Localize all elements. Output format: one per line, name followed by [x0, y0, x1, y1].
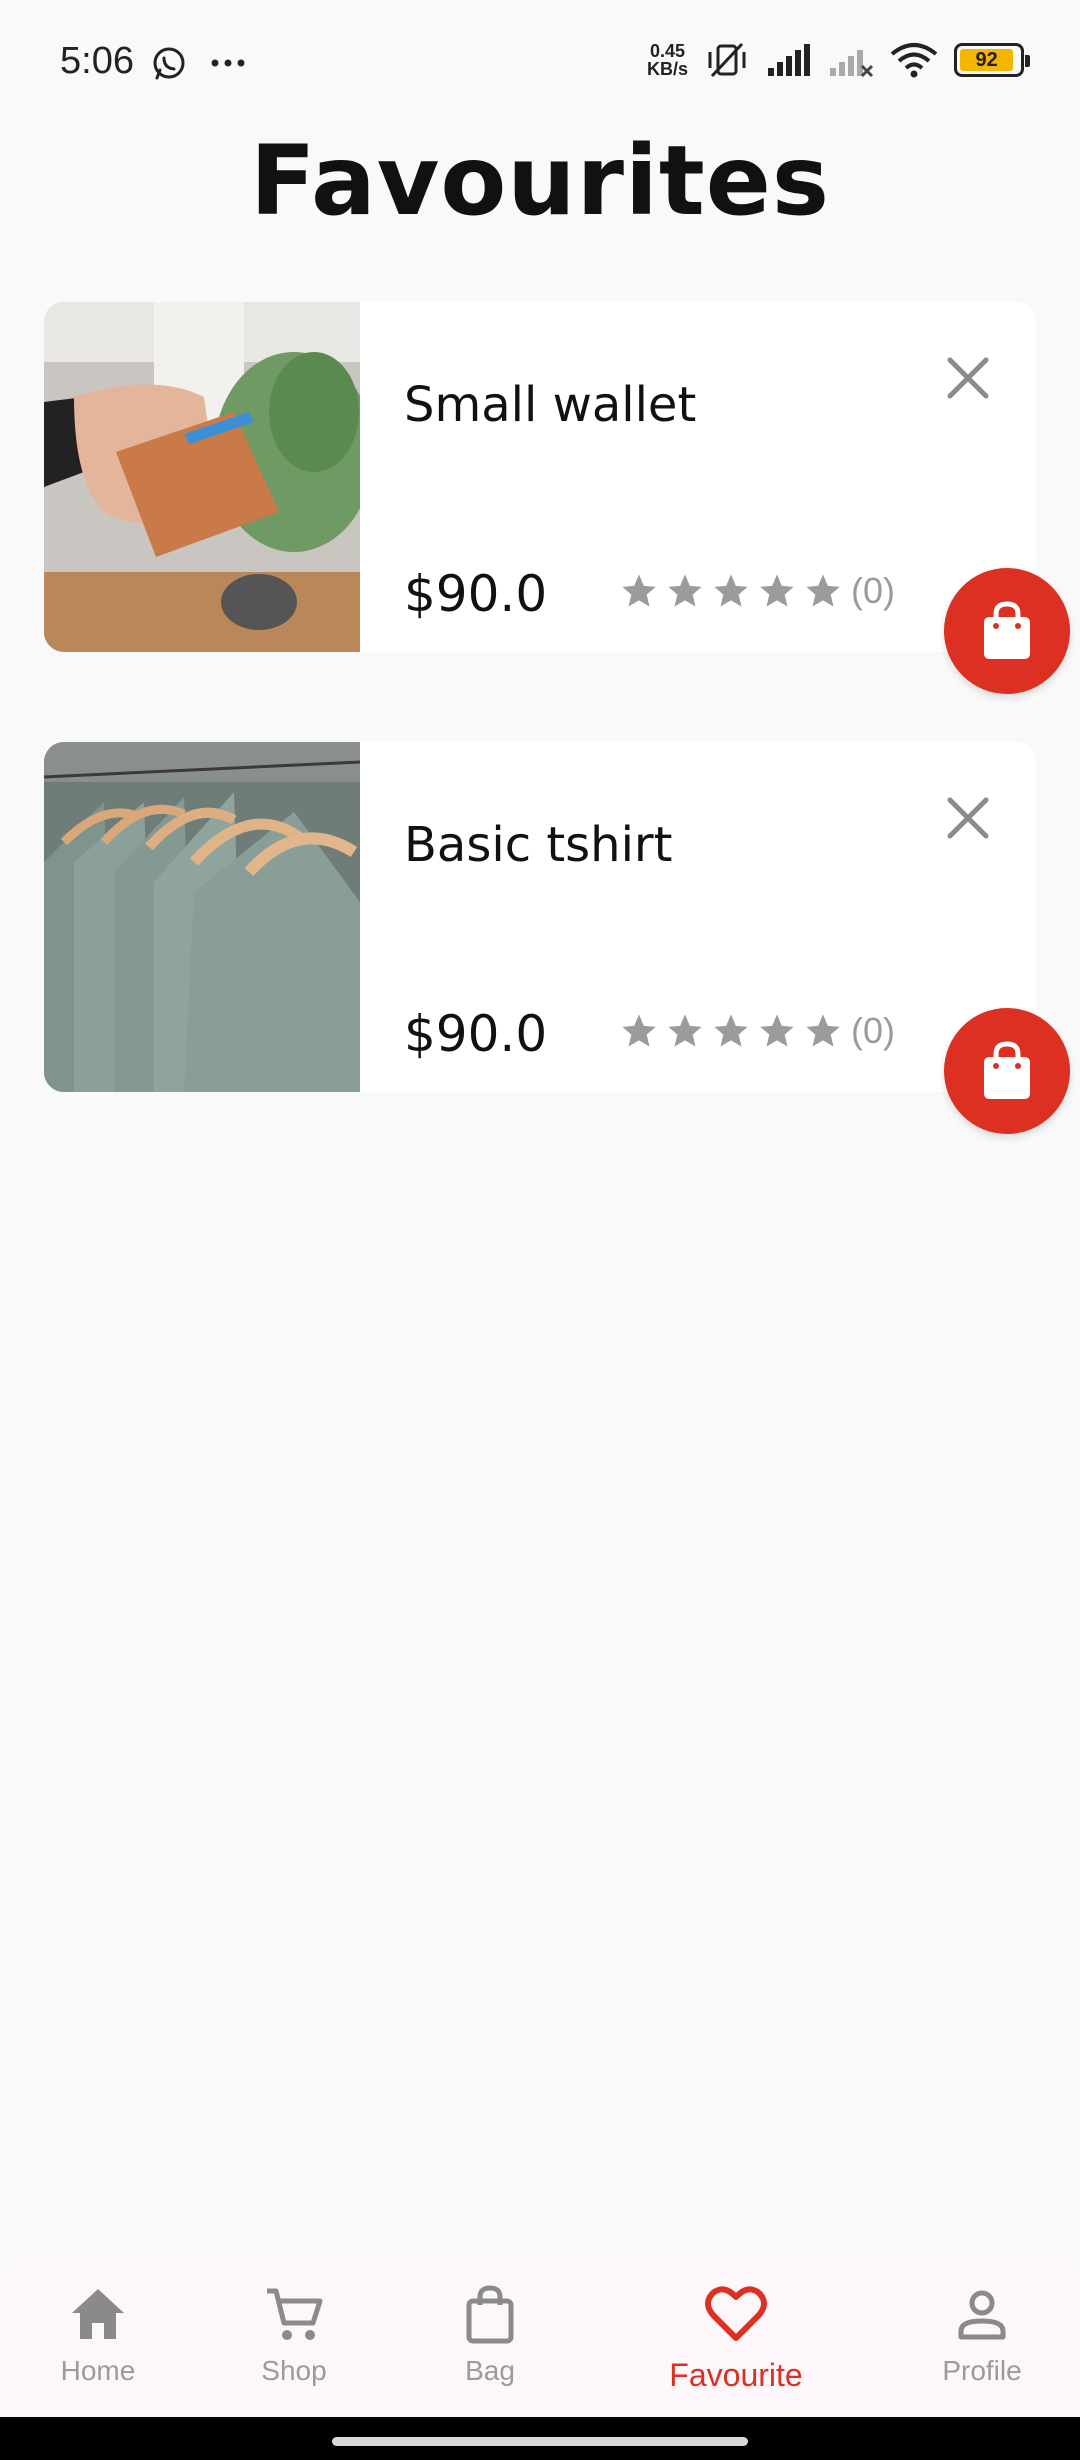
wifi-icon [890, 43, 938, 78]
bottom-navigation: Home Shop Bag Favourite Profile [0, 2255, 1080, 2417]
remove-favourite-icon[interactable] [944, 354, 992, 402]
star-icon [806, 1014, 840, 1047]
signal-no-service-icon [830, 50, 874, 78]
home-icon [72, 2289, 124, 2339]
status-system-icons: 0.45 KB/s 92 [647, 40, 1030, 80]
product-rating: (0) [619, 570, 895, 612]
more-notifications-icon [211, 59, 245, 67]
nav-label: Favourite [669, 2357, 803, 2393]
rating-count: (0) [851, 1010, 895, 1051]
add-to-bag-button[interactable] [944, 1008, 1070, 1134]
product-rating: (0) [619, 1010, 895, 1052]
remove-favourite-icon[interactable] [944, 794, 992, 842]
star-icon [668, 574, 702, 607]
battery-tip [1025, 55, 1030, 67]
person-icon [958, 2290, 1006, 2340]
nav-item-favourite[interactable]: Favourite [656, 2283, 816, 2394]
home-gesture-handle[interactable] [332, 2437, 748, 2446]
vibrate-off-icon [708, 42, 746, 78]
nav-label: Home [60, 2355, 136, 2386]
nav-item-home[interactable]: Home [18, 2283, 178, 2387]
nav-item-shop[interactable]: Shop [214, 2283, 374, 2387]
product-price: $90.0 [404, 565, 548, 623]
heart-icon [705, 2286, 767, 2341]
star-icon [714, 1014, 748, 1047]
status-notification-icons [150, 44, 246, 82]
battery-level: 92 [960, 49, 1014, 71]
bag-icon [984, 1041, 1030, 1099]
nav-item-bag[interactable]: Bag [410, 2283, 570, 2387]
product-image-tshirt [44, 742, 360, 1092]
bag-icon [466, 2285, 514, 2344]
star-icon [714, 574, 748, 607]
nav-label: Bag [465, 2355, 515, 2386]
nav-label: Profile [942, 2355, 1022, 2386]
star-icon [760, 574, 794, 607]
cart-icon [267, 2288, 323, 2340]
rating-count: (0) [851, 570, 895, 611]
favourites-screen: 5:06 0.45 KB/s 92 Favourites Small walle… [0, 0, 1080, 2460]
star-icon [668, 1014, 702, 1047]
nav-item-profile[interactable]: Profile [902, 2283, 1062, 2387]
star-icon [806, 574, 840, 607]
product-name: Basic tshirt [404, 817, 673, 873]
product-image-wallet [44, 302, 360, 652]
product-price: $90.0 [404, 1005, 548, 1063]
product-name: Small wallet [404, 377, 697, 433]
network-speed-value: 0.45 [649, 41, 686, 61]
status-time: 5:06 [60, 40, 134, 82]
nav-label: Shop [261, 2355, 327, 2386]
network-speed-unit: KB/s [646, 59, 688, 79]
page-title: Favourites [250, 125, 830, 237]
add-to-bag-button[interactable] [944, 568, 1070, 694]
signal-icon [768, 44, 810, 76]
network-speed: 0.45 KB/s [647, 42, 688, 78]
system-navigation-bar [0, 2417, 1080, 2460]
favourite-card[interactable]: Small wallet $90.0 (0) [44, 302, 1070, 694]
battery-indicator: 92 [954, 43, 1030, 77]
status-bar: 5:06 0.45 KB/s 92 [0, 0, 1080, 130]
favourite-card[interactable]: Basic tshirt $90.0 (0) [44, 742, 1070, 1134]
bag-icon [984, 601, 1030, 659]
star-icon [760, 1014, 794, 1047]
whatsapp-icon [153, 47, 185, 80]
star-icon [622, 1014, 656, 1047]
star-icon [622, 574, 656, 607]
